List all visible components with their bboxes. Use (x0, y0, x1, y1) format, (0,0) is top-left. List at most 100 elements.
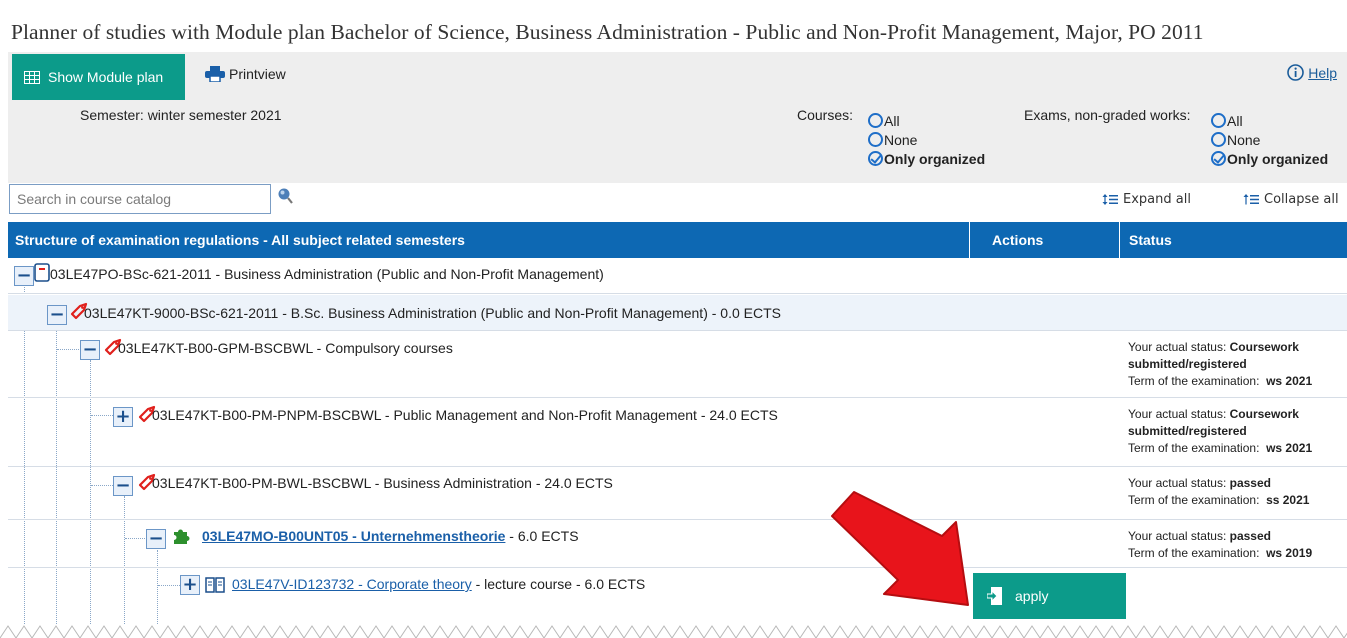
exams-filter: All None Only organized (1211, 111, 1328, 168)
exams-radio-only-organized[interactable]: Only organized (1211, 149, 1328, 168)
table-row: − 03LE47KT-9000-BSc-621-2011 - B.Sc. Bus… (8, 295, 1347, 331)
row-title: - Public Management and Non-Profit Manag… (381, 407, 778, 423)
row-code: 03LE47KT-B00-PM-PNPM-BSCBWL (152, 407, 381, 423)
info-icon (1287, 64, 1305, 81)
row-code: 03LE47PO-BSc-621-2011 (50, 266, 212, 282)
status-cell: Your actual status: passed Term of the e… (1128, 528, 1312, 562)
row-label: 03LE47KT-9000-BSc-621-2011 - B.Sc. Busin… (84, 305, 781, 321)
term-value: ws 2021 (1266, 441, 1313, 455)
radio-icon (868, 113, 883, 128)
table-row: − 03LE47KT-B00-PM-BWL-BSCBWL - Business … (8, 468, 1347, 520)
exams-radio-none[interactable]: None (1211, 130, 1328, 149)
row-title: - Compulsory courses (312, 340, 453, 356)
row-code: 03LE47KT-9000-BSc-621-2011 (84, 305, 279, 321)
term-label: Term of the examination: (1128, 546, 1260, 560)
header-actions: Actions (992, 232, 1044, 248)
courses-radio-all[interactable]: All (868, 111, 985, 130)
table-icon (24, 70, 40, 84)
courses-radio-none[interactable]: None (868, 130, 985, 149)
collapse-toggle[interactable]: − (80, 340, 100, 360)
torn-edge (0, 622, 1347, 638)
apply-label: apply (1015, 588, 1049, 604)
table-row: − 03LE47MO-B00UNT05 - Unternehmenstheori… (8, 521, 1347, 568)
status-prefix: Your actual status: (1128, 340, 1230, 354)
row-title: - Business Administration (Public and No… (211, 266, 604, 282)
table-row: + 03LE47V-ID123732 - Corporate theory - … (8, 569, 1347, 622)
search-icon[interactable] (276, 187, 296, 207)
help-link[interactable]: Help (1287, 64, 1337, 81)
row-label: 03LE47MO-B00UNT05 - Unternehmenstheorie … (202, 528, 579, 544)
exams-filter-label: Exams, non-graded works: (1024, 107, 1191, 123)
document-icon (34, 263, 50, 282)
term-label: Term of the examination: (1128, 441, 1260, 455)
show-module-plan-button[interactable]: Show Module plan (12, 54, 185, 100)
collapse-all-button[interactable]: Collapse all (1243, 192, 1339, 207)
expand-toggle[interactable]: + (180, 575, 200, 595)
radio-label: None (884, 131, 918, 148)
search-input[interactable]: Search in course catalog (9, 184, 271, 214)
module-link[interactable]: 03LE47MO-B00UNT05 - Unternehmenstheorie (202, 528, 505, 544)
courses-radio-only-organized[interactable]: Only organized (868, 149, 985, 168)
collapse-toggle[interactable]: − (146, 529, 166, 549)
radio-icon (1211, 113, 1226, 128)
toolbar-panel: Show Module plan Printview Help Semester… (8, 52, 1347, 183)
status-prefix: Your actual status: (1128, 407, 1230, 421)
table-header: Structure of examination regulations - A… (8, 222, 1347, 258)
help-label: Help (1308, 64, 1337, 81)
term-label: Term of the examination: (1128, 374, 1260, 388)
show-module-plan-label: Show Module plan (48, 69, 164, 85)
radio-icon (868, 132, 883, 147)
status-cell: Your actual status: Coursework submitted… (1128, 339, 1312, 390)
status-value: passed (1229, 529, 1271, 543)
table-row: − 03LE47KT-B00-GPM-BSCBWL - Compulsory c… (8, 332, 1347, 398)
courses-filter-label: Courses: (797, 107, 854, 123)
status-prefix: Your actual status: (1128, 476, 1230, 490)
header-status: Status (1129, 232, 1172, 248)
row-title: - 6.0 ECTS (505, 528, 579, 544)
status-value: Coursework (1229, 407, 1299, 421)
red-arrow-annotation (831, 491, 969, 606)
printer-icon (205, 66, 225, 82)
row-title: - lecture course - 6.0 ECTS (471, 576, 646, 592)
radio-checked-icon (868, 151, 883, 166)
radio-label: Only organized (1227, 150, 1329, 167)
radio-label: Only organized (884, 150, 986, 167)
collapse-toggle[interactable]: − (113, 476, 133, 496)
row-label: 03LE47KT-B00-PM-PNPM-BSCBWL - Public Man… (152, 407, 778, 423)
collapse-toggle[interactable]: − (14, 266, 34, 286)
status-value-cont: submitted/registered (1128, 357, 1247, 371)
apply-button[interactable]: apply (973, 573, 1126, 619)
term-label: Term of the examination: (1128, 493, 1260, 507)
radio-icon (1211, 132, 1226, 147)
expand-all-button[interactable]: Expand all (1102, 192, 1191, 207)
radio-label: All (884, 112, 900, 129)
book-icon (205, 577, 225, 593)
courses-filter: All None Only organized (868, 111, 985, 168)
row-title: - Business Administration - 24.0 ECTS (370, 475, 613, 491)
exams-radio-all[interactable]: All (1211, 111, 1328, 130)
radio-label: None (1227, 131, 1261, 148)
status-value: passed (1229, 476, 1271, 490)
row-title: - B.Sc. Business Administration (Public … (278, 305, 781, 321)
expand-toggle[interactable]: + (113, 407, 133, 427)
row-code: 03LE47KT-B00-PM-BWL-BSCBWL (152, 475, 371, 491)
row-label: 03LE47KT-B00-PM-BWL-BSCBWL - Business Ad… (152, 475, 613, 491)
status-value: Coursework (1229, 340, 1299, 354)
expand-all-label: Expand all (1123, 192, 1191, 207)
term-value: ws 2021 (1266, 374, 1313, 388)
status-prefix: Your actual status: (1128, 529, 1230, 543)
term-value: ss 2021 (1266, 493, 1310, 507)
collapse-all-label: Collapse all (1264, 192, 1339, 207)
row-code: 03LE47KT-B00-GPM-BSCBWL (118, 340, 313, 356)
row-label: 03LE47PO-BSc-621-2011 - Business Adminis… (50, 266, 604, 282)
collapse-toggle[interactable]: − (47, 305, 67, 325)
status-cell: Your actual status: passed Term of the e… (1128, 475, 1309, 509)
header-structure: Structure of examination regulations - A… (15, 232, 465, 248)
row-label: 03LE47KT-B00-GPM-BSCBWL - Compulsory cou… (118, 340, 453, 356)
table-row: − 03LE47PO-BSc-621-2011 - Business Admin… (8, 258, 1347, 294)
expand-all-icon (1102, 194, 1118, 205)
course-link[interactable]: 03LE47V-ID123732 - Corporate theory (232, 576, 472, 592)
enter-icon (987, 587, 1002, 605)
printview-button[interactable]: Printview (205, 66, 286, 82)
puzzle-icon (174, 529, 190, 544)
